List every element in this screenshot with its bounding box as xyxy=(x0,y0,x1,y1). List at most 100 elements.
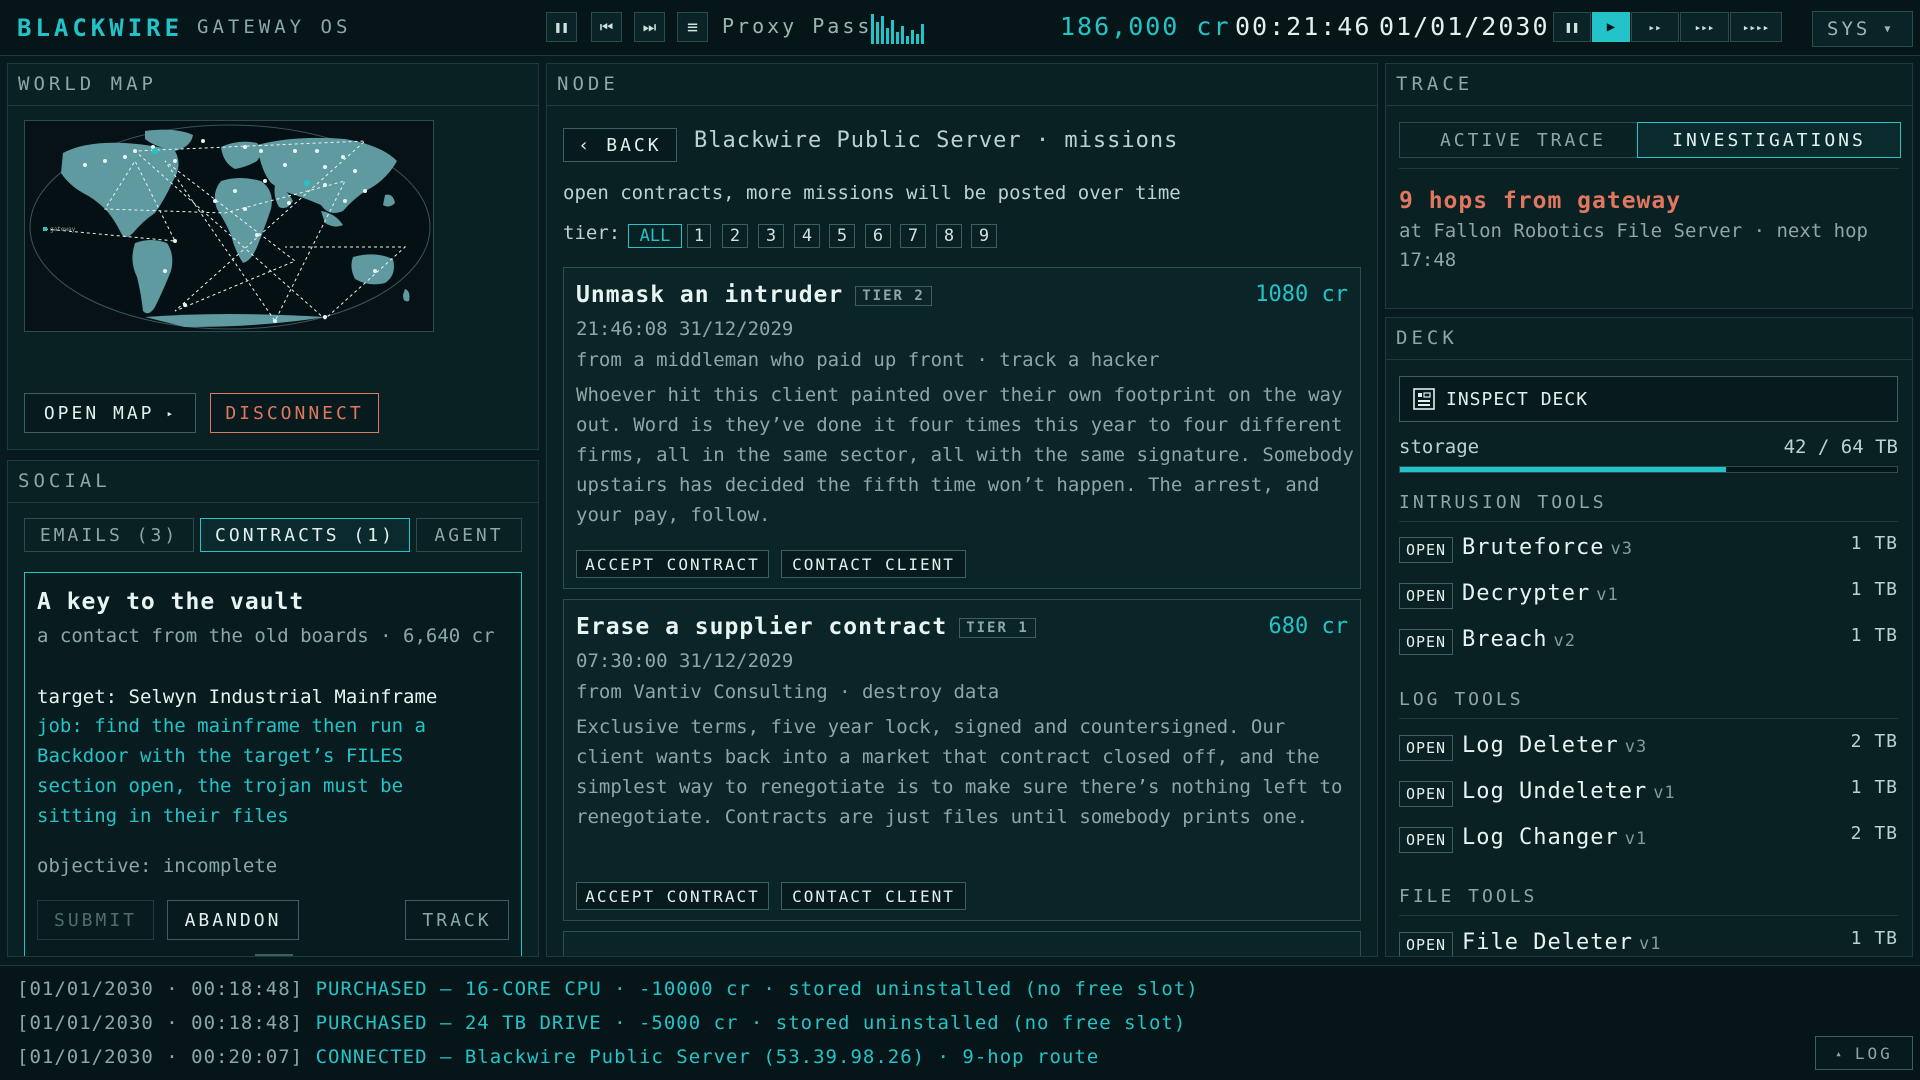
tier-badge: TIER 1 xyxy=(959,617,1036,638)
tool-version: v1 xyxy=(1638,934,1662,954)
tool-row: OPEN Breach v2 1 TB xyxy=(1399,625,1898,659)
speed-play-button[interactable]: ▶ xyxy=(1592,12,1630,42)
section-file-tools: FILE TOOLS xyxy=(1399,886,1898,916)
tool-version: v3 xyxy=(1624,737,1648,757)
tier-9-button[interactable]: 9 xyxy=(971,224,997,248)
open-tool-button[interactable]: OPEN xyxy=(1399,629,1453,655)
tier-all-button[interactable]: ALL xyxy=(628,224,682,248)
music-next-button[interactable]: ⏭ xyxy=(634,12,665,42)
tool-name: Log Changer xyxy=(1462,825,1619,850)
tool-name-row: Log Changer v1 xyxy=(1462,825,1647,850)
log-message: CONNECTED — Blackwire Public Server (53.… xyxy=(315,1046,1100,1068)
tool-size: 2 TB xyxy=(1850,731,1898,752)
log-message: PURCHASED — 24 TB DRIVE · -5000 cr · sto… xyxy=(315,1012,1187,1034)
gateway-label: gateway xyxy=(50,226,76,233)
mission-body: Whoever hit this client painted over the… xyxy=(576,384,1354,526)
inspect-deck-button[interactable]: INSPECT DECK xyxy=(1399,376,1898,422)
tool-size: 1 TB xyxy=(1850,777,1898,798)
storage-value: 42 / 64 TB xyxy=(1783,436,1898,458)
tool-list: INTRUSION TOOLS OPEN Bruteforce v3 1 TB O… xyxy=(1399,492,1898,956)
tool-version: v2 xyxy=(1553,631,1576,651)
chevron-right-icon: ▸ xyxy=(166,406,177,420)
chevron-down-icon: ▼ xyxy=(1884,23,1894,35)
open-tool-button[interactable]: OPEN xyxy=(1399,537,1453,563)
submit-button[interactable]: SUBMIT xyxy=(37,900,154,940)
storage-bar xyxy=(1399,466,1898,473)
scroll-indicator[interactable] xyxy=(255,954,293,956)
tier-filter: ALL 1 2 3 4 5 6 xyxy=(628,224,928,250)
log-toggle-button[interactable]: ▴ LOG xyxy=(1815,1036,1913,1070)
accept-contract-button[interactable]: ACCEPT CONTRACT xyxy=(576,550,769,578)
mission-time: 21:46:08 31/12/2029 xyxy=(576,318,794,340)
deck-title: DECK xyxy=(1386,318,1912,360)
tier-filter-more: 7 8 9 xyxy=(900,224,1020,250)
accept-contract-button[interactable]: ACCEPT CONTRACT xyxy=(576,882,769,910)
tab-investigations[interactable]: INVESTIGATIONS xyxy=(1637,122,1901,158)
skip-back-icon: ⏮ xyxy=(599,18,614,36)
tier-8-button[interactable]: 8 xyxy=(936,224,962,248)
playlist-button[interactable]: ≡ xyxy=(677,12,708,42)
tier-5-button[interactable]: 5 xyxy=(829,224,855,248)
tool-row: OPEN Log Undeleter v1 1 TB xyxy=(1399,777,1898,811)
speed-3x-button[interactable]: ▸▸▸ xyxy=(1680,12,1729,42)
tier-4-button[interactable]: 4 xyxy=(794,224,820,248)
open-tool-button[interactable]: OPEN xyxy=(1399,932,1453,956)
tool-version: v1 xyxy=(1596,585,1619,605)
tool-row: OPEN Bruteforce v3 1 TB xyxy=(1399,533,1898,567)
app-brand: BLACKWIRE xyxy=(17,14,184,42)
back-button[interactable]: ‹ BACK xyxy=(563,128,677,162)
open-tool-button[interactable]: OPEN xyxy=(1399,827,1453,853)
tab-contracts[interactable]: CONTRACTS (1) xyxy=(200,518,410,552)
mission-title-row: Erase a supplier contract TIER 1 xyxy=(576,614,1036,640)
tab-agent[interactable]: AGENT xyxy=(416,518,522,552)
tool-name-row: Breach v2 xyxy=(1462,627,1576,652)
open-tool-button[interactable]: OPEN xyxy=(1399,781,1453,807)
tool-version: v3 xyxy=(1610,539,1633,559)
event-log: [01/01/2030 · 00:18:48] PURCHASED — 16-C… xyxy=(0,965,1920,1080)
tier-6-button[interactable]: 6 xyxy=(865,224,891,248)
open-map-button[interactable]: OPEN MAP ▸ xyxy=(24,393,196,433)
tool-name: Bruteforce xyxy=(1462,535,1605,560)
speed-4x-button[interactable]: ▸▸▸▸ xyxy=(1730,12,1782,42)
abandon-button[interactable]: ABANDON xyxy=(167,900,299,940)
tier-1-button[interactable]: 1 xyxy=(687,224,711,248)
section-intrusion-tools: INTRUSION TOOLS xyxy=(1399,492,1898,522)
chevron-left-icon: ‹ xyxy=(578,134,593,156)
music-pause-button[interactable]: ❚❚ xyxy=(546,12,577,42)
speed-pause-button[interactable]: ❚❚ xyxy=(1553,12,1591,42)
open-tool-button[interactable]: OPEN xyxy=(1399,583,1453,609)
log-entry: [01/01/2030 · 00:20:07] CONNECTED — Blac… xyxy=(17,1046,1099,1068)
social-title: SOCIAL xyxy=(8,461,538,503)
contact-client-button[interactable]: CONTACT CLIENT xyxy=(781,882,966,910)
log-entry: [01/01/2030 · 00:18:48] PURCHASED — 24 T… xyxy=(17,1012,1186,1034)
pause-icon: ❚❚ xyxy=(554,20,569,34)
tool-name: File Deleter xyxy=(1462,930,1633,955)
faster-icon: ▸▸▸ xyxy=(1694,20,1715,34)
tier-3-button[interactable]: 3 xyxy=(758,224,784,248)
track-button[interactable]: TRACK xyxy=(405,900,509,940)
world-map[interactable]: gateway xyxy=(24,120,434,332)
mission-card: Erase a supplier contract TIER 1 680 cr 0… xyxy=(563,599,1361,921)
sys-menu-button[interactable]: SYS ▼ xyxy=(1812,11,1913,47)
open-tool-button[interactable]: OPEN xyxy=(1399,735,1453,761)
music-prev-button[interactable]: ⏮ xyxy=(591,12,622,42)
tab-emails[interactable]: EMAILS (3) xyxy=(24,518,194,552)
mission-card: Unmask an intruder TIER 2 1080 cr 21:46:0… xyxy=(563,267,1361,589)
inspect-deck-label: INSPECT DECK xyxy=(1446,388,1589,410)
top-bar: BLACKWIRE GATEWAY OS ❚❚ ⏮ ⏭ ≡ Proxy Pass… xyxy=(0,0,1920,56)
tab-active-trace[interactable]: ACTIVE TRACE xyxy=(1399,122,1647,158)
back-label: BACK xyxy=(606,134,662,156)
tool-size: 1 TB xyxy=(1850,579,1898,600)
contact-client-button[interactable]: CONTACT CLIENT xyxy=(781,550,966,578)
open-map-label: OPEN MAP xyxy=(43,402,155,424)
speed-2x-button[interactable]: ▸▸ xyxy=(1631,12,1679,42)
log-timestamp: [01/01/2030 · 00:18:48] xyxy=(17,978,304,1000)
disconnect-button[interactable]: DISCONNECT xyxy=(210,393,379,433)
tier-7-button[interactable]: 7 xyxy=(900,224,926,248)
tier-2-button[interactable]: 2 xyxy=(722,224,748,248)
log-entry: [01/01/2030 · 00:18:48] PURCHASED — 16-C… xyxy=(17,978,1199,1000)
tool-version: v1 xyxy=(1653,783,1676,803)
fastest-icon: ▸▸▸▸ xyxy=(1742,20,1770,34)
world-map-title: WORLD MAP xyxy=(8,64,538,106)
storage-bar-fill xyxy=(1400,467,1727,472)
